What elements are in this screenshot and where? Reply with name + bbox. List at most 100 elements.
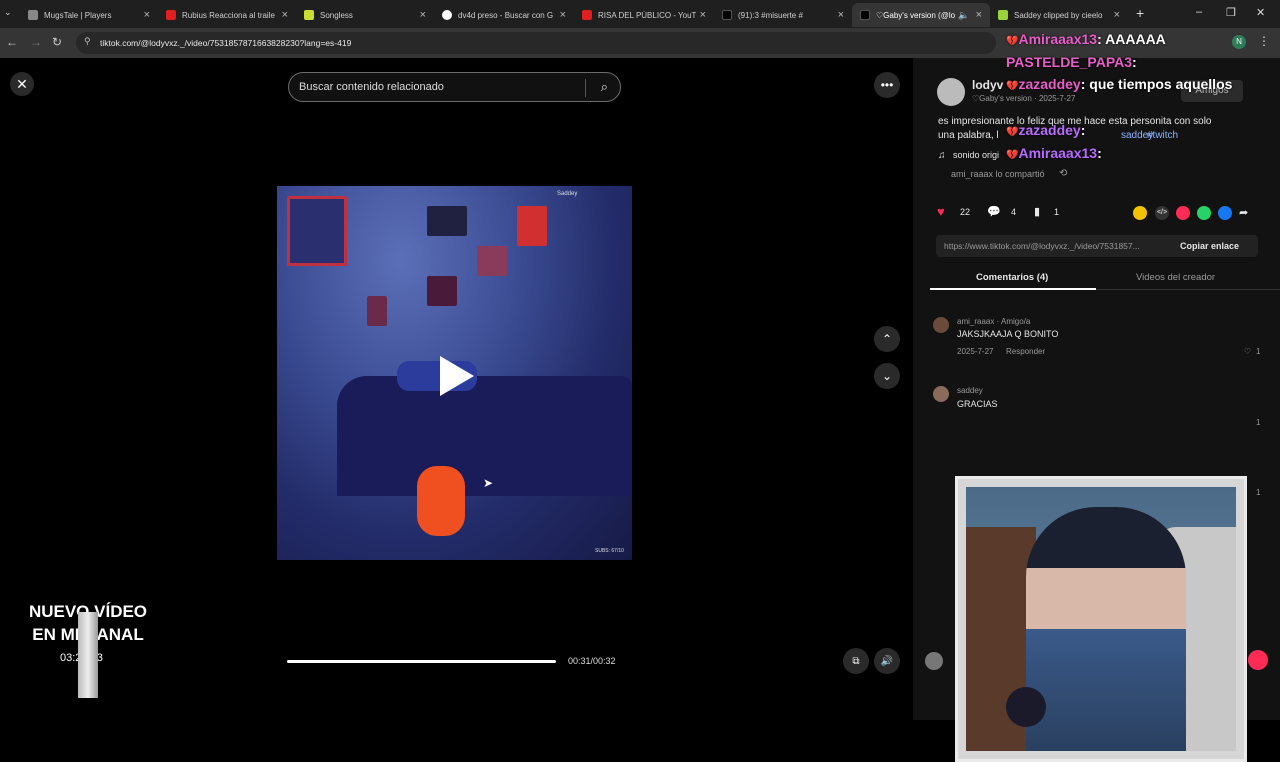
volume-icon[interactable]: 🔊 bbox=[874, 648, 900, 674]
previous-video-icon[interactable]: ⌃ bbox=[874, 326, 900, 352]
chat-message: AAAAAA bbox=[1105, 31, 1166, 47]
close-icon[interactable]: × bbox=[700, 9, 706, 21]
related-search-input[interactable]: Buscar contenido relacionado ⌕ bbox=[288, 72, 621, 102]
back-arrow-icon[interactable]: ← bbox=[6, 35, 18, 49]
tab-7[interactable]: Saddey clipped by cieelo × bbox=[990, 3, 1128, 27]
close-icon[interactable]: × bbox=[144, 9, 150, 21]
tab-comments[interactable]: Comentarios (4) bbox=[976, 272, 1048, 283]
tab-2[interactable]: Songless × bbox=[296, 3, 434, 27]
close-icon[interactable]: × bbox=[1114, 9, 1120, 21]
description-line-2: una palabra, l bbox=[938, 130, 999, 141]
heart-badge-icon: 💔 bbox=[1006, 150, 1019, 161]
facebook-icon[interactable] bbox=[1218, 206, 1232, 220]
wall-poster bbox=[287, 196, 347, 266]
tab-4[interactable]: RISA DEL PÚBLICO - YouT × bbox=[574, 3, 714, 27]
time-display: 00:31/00:32 bbox=[568, 656, 616, 666]
close-icon[interactable]: × bbox=[838, 9, 844, 21]
browser-tab-bar: ⌄ MugsTale | Players × Rubius Reacciona a… bbox=[0, 0, 1280, 28]
google-icon bbox=[442, 10, 452, 20]
coin-share-icon[interactable] bbox=[1133, 206, 1147, 220]
heart-badge-icon: 💔 bbox=[1006, 127, 1019, 138]
new-tab-button[interactable]: + bbox=[1136, 5, 1144, 21]
creator-avatar[interactable] bbox=[937, 78, 965, 106]
reply-button[interactable]: Responder bbox=[1006, 347, 1045, 356]
tiktok-video-viewer: ✕ Buscar contenido relacionado ⌕ ••• Sad… bbox=[0, 31, 1280, 762]
more-share-icon[interactable]: ➦ bbox=[1239, 206, 1248, 219]
comment-input-avatar bbox=[925, 652, 943, 670]
share-link[interactable]: https://www.tiktok.com/@lodyvxz._/video/… bbox=[944, 241, 1140, 251]
comment-like-count: 1 bbox=[1256, 347, 1261, 356]
comment-avatar[interactable] bbox=[933, 317, 949, 333]
post-comment-icon[interactable] bbox=[1248, 650, 1268, 670]
wall-poster bbox=[427, 276, 457, 306]
side-count: 1 bbox=[1256, 488, 1261, 497]
tab-title: MugsTale | Players bbox=[44, 10, 112, 20]
window-close-button[interactable]: ✕ bbox=[1256, 6, 1265, 19]
progress-bar[interactable] bbox=[287, 660, 556, 663]
webcam-person bbox=[1026, 507, 1186, 751]
reload-icon[interactable]: ↻ bbox=[52, 35, 62, 49]
wall-poster bbox=[367, 296, 387, 326]
pip-icon[interactable]: ⧉ bbox=[843, 648, 869, 674]
speaker-icon[interactable]: 🔈 bbox=[958, 10, 969, 21]
tab-title: RISA DEL PÚBLICO - YouT bbox=[598, 10, 696, 20]
hashtag-twitch[interactable]: #twitch bbox=[1147, 130, 1178, 141]
close-icon[interactable]: × bbox=[560, 9, 566, 21]
tab-list-dropdown-icon[interactable]: ⌄ bbox=[4, 7, 12, 18]
site-info-icon[interactable]: ⚲ bbox=[84, 36, 91, 47]
wall-poster bbox=[517, 206, 547, 246]
comment-count: 4 bbox=[1011, 207, 1017, 217]
search-divider bbox=[585, 79, 586, 97]
close-icon[interactable]: × bbox=[420, 9, 426, 21]
video-watermark: Saddey bbox=[557, 191, 578, 197]
sound-name[interactable]: sonido origi bbox=[953, 150, 999, 160]
orange-object bbox=[417, 466, 465, 536]
heart-badge-icon: 💔 bbox=[1006, 36, 1019, 47]
forward-arrow-icon[interactable]: → bbox=[30, 35, 42, 49]
chat-line: 💔Amiraaax13: bbox=[1006, 145, 1102, 161]
comment-like-icon[interactable]: ♡ bbox=[1244, 347, 1251, 356]
search-icon[interactable]: ⌕ bbox=[601, 79, 608, 95]
like-icon[interactable]: ♥ bbox=[937, 204, 945, 219]
tab-title: Saddey clipped by cieelo bbox=[1014, 10, 1103, 20]
close-icon[interactable]: × bbox=[976, 9, 982, 21]
tab-title: (91):3 #misuerte # bbox=[738, 10, 803, 20]
close-icon[interactable]: × bbox=[282, 9, 288, 21]
restore-button[interactable]: ❐ bbox=[1226, 6, 1236, 19]
tab-1[interactable]: Rubius Reacciona al traile × bbox=[158, 3, 296, 27]
embed-icon[interactable]: </> bbox=[1155, 206, 1169, 220]
tab-favicon bbox=[998, 10, 1008, 20]
chat-user: Amiraaax13 bbox=[1018, 31, 1098, 47]
comment-user[interactable]: ami_raaax · Amigo/a bbox=[957, 317, 1030, 326]
youtube-icon bbox=[166, 10, 176, 20]
tab-title: dv4d preso - Buscar con G bbox=[458, 10, 554, 20]
side-count: 1 bbox=[1256, 418, 1261, 427]
bookmark-icon[interactable]: ▮ bbox=[1034, 205, 1040, 218]
copy-link-button[interactable]: Copiar enlace bbox=[1180, 241, 1239, 251]
comment-text: GRACIAS bbox=[957, 399, 998, 409]
minimize-button[interactable]: – bbox=[1196, 6, 1202, 18]
send-icon[interactable] bbox=[1176, 206, 1190, 220]
chat-line: 💔Amiraaax13: AAAAAA bbox=[1006, 31, 1166, 47]
menu-kebab-icon[interactable]: ⋮ bbox=[1258, 34, 1270, 48]
comment-icon[interactable]: 💬 bbox=[987, 205, 1001, 218]
creator-username[interactable]: lodyv bbox=[972, 78, 1003, 92]
profile-avatar[interactable]: N bbox=[1232, 35, 1246, 49]
play-icon[interactable] bbox=[440, 356, 474, 396]
comment-avatar[interactable] bbox=[933, 386, 949, 402]
comment-user[interactable]: saddey bbox=[957, 386, 983, 395]
tab-creator-videos[interactable]: Videos del creador bbox=[1136, 272, 1215, 283]
chat-line: 💔zazaddey: que tiempos aquellos bbox=[1006, 76, 1232, 92]
chat-colon: : bbox=[1080, 122, 1086, 138]
tab-6-active[interactable]: ♡Gaby's version (@lo 🔈 × bbox=[852, 3, 990, 27]
chat-user: Amiraaax13 bbox=[1018, 145, 1098, 161]
more-options-icon[interactable]: ••• bbox=[874, 72, 900, 98]
next-video-icon[interactable]: ⌄ bbox=[874, 363, 900, 389]
url-field[interactable]: ⚲ tiktok.com/@lodyvxz._/video/7531857871… bbox=[76, 32, 996, 54]
tab-5[interactable]: (91):3 #misuerte # × bbox=[714, 3, 852, 27]
tab-0[interactable]: MugsTale | Players × bbox=[20, 3, 158, 27]
close-viewer-button[interactable]: ✕ bbox=[10, 72, 34, 96]
chat-line: PASTELDE_PAPA3: bbox=[1006, 54, 1137, 70]
whatsapp-icon[interactable] bbox=[1197, 206, 1211, 220]
tab-3[interactable]: dv4d preso - Buscar con G × bbox=[434, 3, 574, 27]
